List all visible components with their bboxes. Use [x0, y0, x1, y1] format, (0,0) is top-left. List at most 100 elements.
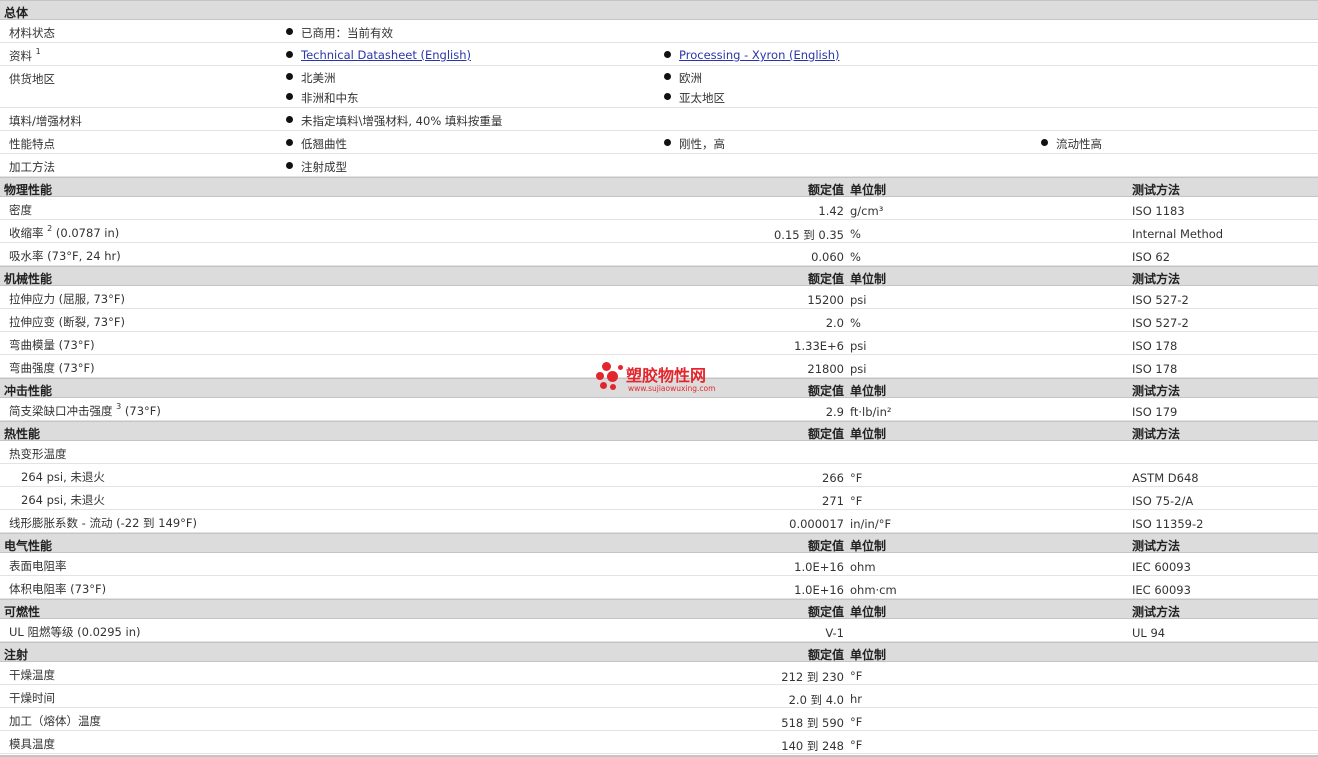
bullet-icon [286, 93, 293, 100]
row-filler: 填料/增强材料 未指定填料\增强材料, 40% 填料按重量 [0, 108, 1318, 131]
row-method: ISO 179 [1132, 405, 1178, 419]
row-processing-method: 加工方法 注射成型 [0, 154, 1318, 177]
row-method: ISO 62 [1132, 250, 1171, 264]
row-unit: °F [850, 494, 863, 508]
section-header-injection: 注射 额定值 单位制 [0, 642, 1318, 662]
row-label: 线形膨胀系数 - 流动 (-22 到 149°F) [9, 516, 197, 530]
row-label: 简支梁缺口冲击强度 3 (73°F) [9, 402, 161, 418]
col-header-nominal: 额定值 [807, 648, 844, 662]
row-label: 材料状态 [9, 26, 55, 40]
watermark-logo: 塑胶物性网 www.sujiaowuxing.com [596, 362, 726, 398]
row-label: 资料 1 [9, 47, 41, 63]
col-header-method: 测试方法 [1132, 605, 1181, 619]
table-row: 干燥时间 2.0 到 4.0 hr [0, 685, 1318, 708]
row-value: 15200 [807, 293, 844, 307]
table-row: 收缩率 2 (0.0787 in) 0.15 到 0.35 % Internal… [0, 220, 1318, 243]
table-row: 拉伸应变 (断裂, 73°F) 2.0 % ISO 527-2 [0, 309, 1318, 332]
table-row: 线形膨胀系数 - 流动 (-22 到 149°F) 0.000017 in/in… [0, 510, 1318, 533]
col-header-method: 测试方法 [1132, 384, 1181, 398]
row-unit: psi [850, 362, 867, 376]
col-header-nominal: 额定值 [807, 427, 844, 441]
row-unit: hr [850, 692, 863, 706]
row-value: 0.060 [811, 250, 844, 264]
row-label: 加工（熔体）温度 [9, 714, 101, 728]
bullet-item: 流动性高 [1041, 136, 1102, 152]
bullet-icon [286, 139, 293, 146]
bullet-item: 欧洲 [664, 70, 702, 86]
row-method: IEC 60093 [1132, 583, 1191, 597]
bullet-icon [1041, 139, 1048, 146]
table-row: 体积电阻率 (73°F) 1.0E+16 ohm·cm IEC 60093 [0, 576, 1318, 599]
table-row: 吸水率 (73°F, 24 hr) 0.060 % ISO 62 [0, 243, 1318, 266]
bullet-icon [286, 116, 293, 123]
bullet-item: 已商用：当前有效 [286, 25, 393, 41]
row-unit: % [850, 316, 861, 330]
row-supply-region: 供货地区 北美洲 欧洲 非洲和中东 亚太地区 [0, 66, 1318, 108]
bullet-item: 北美洲 [286, 70, 336, 86]
row-unit: °F [850, 471, 863, 485]
row-label: 供货地区 [9, 72, 55, 86]
bullet-item: 低翘曲性 [286, 136, 347, 152]
row-method: ASTM D648 [1132, 471, 1199, 485]
table-row: 264 psi, 未退火 266 °F ASTM D648 [0, 464, 1318, 487]
bullet-item: Technical Datasheet (English) [286, 48, 471, 62]
bullet-item: 刚性，高 [664, 136, 725, 152]
section-title: 电气性能 [4, 539, 53, 553]
bullet-item: 未指定填料\增强材料, 40% 填料按重量 [286, 113, 502, 129]
bullet-icon [286, 162, 293, 169]
col-header-nominal: 额定值 [807, 539, 844, 553]
row-label: 干燥温度 [9, 668, 55, 682]
table-row: 干燥温度 212 到 230 °F [0, 662, 1318, 685]
bullet-icon [664, 51, 671, 58]
section-title: 可燃性 [4, 605, 41, 619]
row-label: 体积电阻率 (73°F) [9, 582, 107, 596]
section-header-thermal: 热性能 额定值 单位制 测试方法 [0, 421, 1318, 441]
col-header-method: 测试方法 [1132, 427, 1181, 441]
processing-link[interactable]: Processing - Xyron (English) [679, 48, 840, 62]
table-row: 简支梁缺口冲击强度 3 (73°F) 2.9 ft·lb/in² ISO 179 [0, 398, 1318, 421]
watermark-url: www.sujiaowuxing.com [628, 384, 716, 393]
col-header-method: 测试方法 [1132, 539, 1181, 553]
technical-datasheet-link[interactable]: Technical Datasheet (English) [301, 48, 471, 62]
bullet-icon [664, 93, 671, 100]
row-value: 212 到 230 [781, 670, 844, 684]
row-label: 拉伸应变 (断裂, 73°F) [9, 315, 125, 329]
table-row: 热变形温度 [0, 441, 1318, 464]
bullet-icon [286, 73, 293, 80]
row-label: 弯曲强度 (73°F) [9, 361, 95, 375]
row-documents: 资料 1 Technical Datasheet (English) Proce… [0, 43, 1318, 66]
row-label: 收缩率 2 (0.0787 in) [9, 224, 120, 240]
row-value: 1.33E+6 [794, 339, 844, 353]
col-header-method: 测试方法 [1132, 183, 1181, 197]
row-value: 1.0E+16 [794, 560, 844, 574]
section-title: 机械性能 [4, 272, 53, 286]
watermark-text: 塑胶物性网 [626, 366, 707, 385]
section-header-flammability: 可燃性 额定值 单位制 测试方法 [0, 599, 1318, 619]
col-header-unit: 单位制 [850, 272, 887, 286]
section-header-overall: 总体 [0, 0, 1318, 20]
col-header-method: 测试方法 [1132, 272, 1181, 286]
row-label: 264 psi, 未退火 [21, 493, 105, 507]
row-value: 140 到 248 [781, 739, 844, 753]
table-row: 密度 1.42 g/cm³ ISO 1183 [0, 197, 1318, 220]
row-label: 性能特点 [9, 137, 55, 151]
section-header-mechanical: 机械性能 额定值 单位制 测试方法 [0, 266, 1318, 286]
row-unit: % [850, 227, 861, 241]
table-row: UL 阻燃等级 (0.0295 in) V-1 UL 94 [0, 619, 1318, 642]
bullet-icon [286, 51, 293, 58]
row-value: 2.0 [825, 316, 844, 330]
row-label: 模具温度 [9, 737, 55, 751]
col-header-unit: 单位制 [850, 384, 887, 398]
table-row: 弯曲模量 (73°F) 1.33E+6 psi ISO 178 [0, 332, 1318, 355]
row-unit: ohm [850, 560, 876, 574]
row-value: 21800 [807, 362, 844, 376]
row-label: 填料/增强材料 [9, 114, 82, 128]
bullet-item: Processing - Xyron (English) [664, 48, 840, 62]
row-label: UL 阻燃等级 (0.0295 in) [9, 625, 141, 639]
row-method: UL 94 [1132, 626, 1166, 640]
row-label: 加工方法 [9, 160, 55, 174]
row-method: ISO 11359-2 [1132, 517, 1204, 531]
row-group-label: 热变形温度 [9, 447, 67, 461]
bullet-icon [286, 28, 293, 35]
row-method: ISO 527-2 [1132, 293, 1189, 307]
